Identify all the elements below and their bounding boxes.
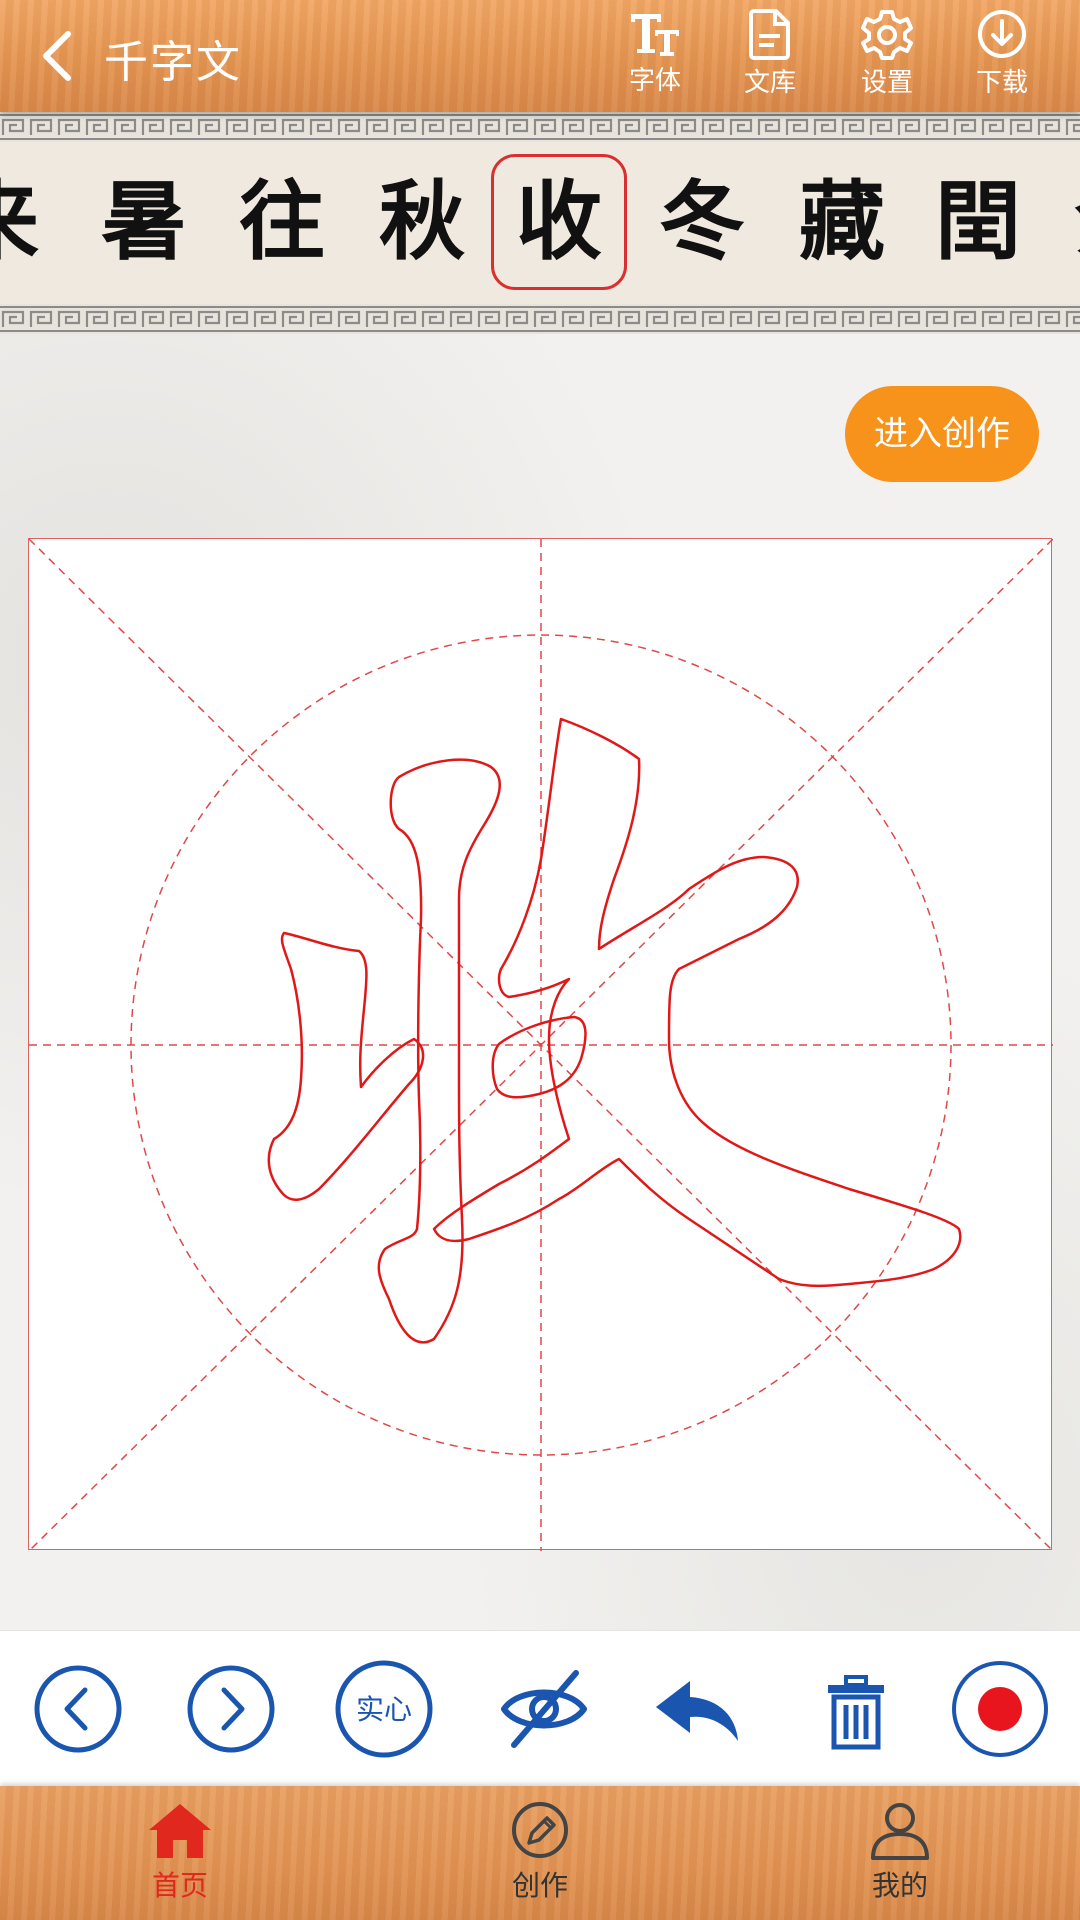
meander-border-bottom <box>0 304 1080 334</box>
download-icon <box>978 10 1026 58</box>
record-icon <box>952 1661 1048 1757</box>
gear-icon <box>861 10 913 60</box>
character-item-selected[interactable]: 收 <box>491 154 627 290</box>
delete-button[interactable] <box>806 1659 906 1759</box>
back-arrow-icon <box>43 31 71 81</box>
practice-controls: 实心 <box>0 1630 1080 1787</box>
character-item[interactable]: 暑 <box>84 162 204 282</box>
top-bar: 千字文 字体 文库 设置 下载 <box>0 0 1080 112</box>
hide-guide-button[interactable] <box>494 1659 594 1759</box>
undo-button[interactable] <box>648 1659 748 1759</box>
home-icon <box>149 1804 211 1858</box>
character-item[interactable]: 閏 <box>918 162 1038 282</box>
pencil-icon <box>512 1802 568 1858</box>
nav-create[interactable]: 创作 <box>470 1800 610 1904</box>
character-item[interactable]: 余 <box>1058 162 1080 282</box>
download-button[interactable]: 下载 <box>957 8 1047 99</box>
chevron-right-icon <box>187 1665 275 1753</box>
undo-icon <box>656 1681 738 1741</box>
eye-off-icon <box>501 1670 587 1748</box>
library-button[interactable]: 文库 <box>725 8 815 99</box>
trash-icon <box>828 1675 884 1750</box>
mizi-grid-lines <box>29 539 1053 1551</box>
character-row: 来 暑 往 秋 收 冬 藏 閏 余 <box>0 142 1080 304</box>
font-icon <box>631 14 679 56</box>
nav-home[interactable]: 首页 <box>110 1800 250 1904</box>
library-label: 文库 <box>743 68 796 98</box>
record-button[interactable] <box>950 1659 1050 1759</box>
meander-border-top <box>0 112 1080 142</box>
practice-grid[interactable] <box>28 538 1053 1551</box>
back-button[interactable] <box>30 26 90 86</box>
character-item[interactable]: 往 <box>222 162 342 282</box>
nav-create-label: 创作 <box>511 1869 568 1902</box>
nav-profile[interactable]: 我的 <box>830 1800 970 1904</box>
previous-button[interactable] <box>28 1659 128 1759</box>
nav-home-label: 首页 <box>151 1869 208 1902</box>
character-scroll: 来 暑 往 秋 收 冬 藏 閏 余 <box>0 112 1080 334</box>
solid-toggle-button[interactable]: 实心 <box>334 1659 434 1759</box>
character-outline <box>267 717 962 1344</box>
solid-circle-outline: 实心 <box>335 1660 433 1758</box>
bottom-navigation: 首页 创作 我的 <box>0 1786 1080 1920</box>
nav-profile-label: 我的 <box>871 1869 928 1902</box>
font-label: 字体 <box>628 66 681 96</box>
document-icon <box>749 9 790 60</box>
settings-label: 设置 <box>860 68 913 98</box>
user-icon <box>871 1803 929 1860</box>
enter-create-button[interactable]: 进入创作 <box>845 386 1039 482</box>
character-item[interactable]: 来 <box>0 162 56 282</box>
character-item[interactable]: 藏 <box>782 162 902 282</box>
character-item[interactable]: 秋 <box>362 162 482 282</box>
chevron-left-icon <box>34 1665 122 1753</box>
settings-button[interactable]: 设置 <box>842 8 932 99</box>
solid-label: 实心 <box>356 1693 412 1726</box>
font-button[interactable]: 字体 <box>610 8 700 97</box>
download-label: 下载 <box>975 68 1028 98</box>
page-title: 千字文 <box>104 37 242 88</box>
character-item[interactable]: 冬 <box>642 162 762 282</box>
next-button[interactable] <box>181 1659 281 1759</box>
